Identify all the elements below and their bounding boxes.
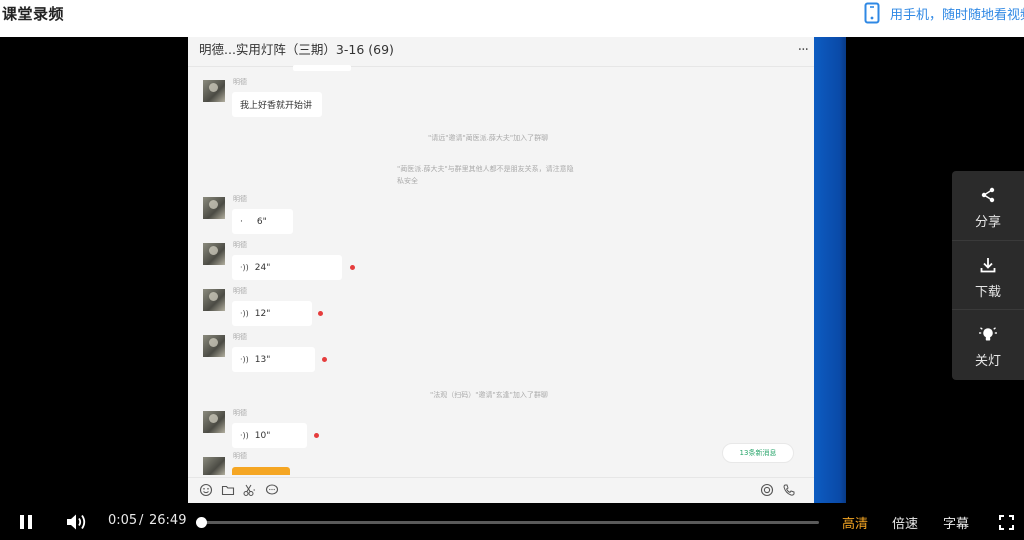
lights-off-button[interactable]: 关灯	[952, 309, 1024, 377]
phone-icon	[864, 2, 880, 24]
unread-dot	[314, 433, 319, 438]
download-button[interactable]: 下载	[952, 240, 1024, 308]
share-icon	[981, 187, 995, 203]
mobile-promo-text: 用手机，随时随地看视频	[890, 7, 1024, 23]
voice-duration: 10"	[254, 430, 271, 441]
voice-message[interactable]: ·)) 10"	[232, 423, 307, 448]
avatar	[203, 197, 225, 219]
system-note-line: "蔺医派.薛大夫"与群里其他人都不是朋友关系，请注意隐	[397, 165, 574, 173]
sender-name: 明德	[233, 452, 247, 460]
progress-thumb[interactable]	[195, 517, 207, 528]
share-label: 分享	[974, 215, 1001, 230]
new-messages-pill[interactable]: 13条新消息	[722, 443, 794, 463]
new-messages-text: 13条新消息	[739, 449, 777, 457]
sender-name: 明德	[233, 287, 247, 295]
time-separator: /	[139, 513, 144, 528]
share-button[interactable]: 分享	[952, 171, 1024, 239]
lights-off-label: 关灯	[974, 354, 1001, 369]
live-icon	[760, 483, 774, 497]
call-icon	[783, 484, 795, 496]
voice-message[interactable]: ·)) 13"	[232, 347, 315, 372]
lightbulb-icon	[979, 327, 997, 341]
unread-dot	[350, 265, 355, 270]
scissors-icon	[243, 484, 255, 496]
sender-name: 明德	[233, 78, 247, 86]
volume-icon[interactable]	[66, 513, 88, 531]
system-note: "法观（扫码）"邀请"玄逢"加入了群聊	[430, 391, 548, 399]
voice-duration: 24"	[254, 262, 271, 273]
voice-message[interactable]: · 6"	[232, 209, 293, 234]
chat-input-toolbar	[188, 477, 814, 503]
voice-message[interactable]: ·)) 12"	[232, 301, 312, 326]
tab-strip	[293, 65, 351, 71]
chat-bubble-icon	[265, 484, 279, 495]
player-control-bar: 0:05 / 26:49 高清 倍速 字幕	[0, 504, 1024, 540]
avatar	[203, 335, 225, 357]
fullscreen-icon[interactable]	[999, 515, 1014, 530]
total-time: 26:49	[149, 513, 187, 528]
video-frame[interactable]: 明德...实用灯阵（三期）3-16 (69) ... 明德 我上好香就开始讲 "…	[188, 37, 814, 503]
sender-name: 明德	[233, 409, 247, 417]
current-time: 0:05	[108, 513, 138, 528]
pause-icon[interactable]	[19, 514, 33, 530]
system-note-line: 私安全	[397, 177, 418, 185]
video-player[interactable]: 明德...实用灯阵（三期）3-16 (69) ... 明德 我上好香就开始讲 "…	[0, 37, 1024, 540]
folder-icon	[221, 485, 235, 496]
speed-button[interactable]: 倍速	[892, 513, 918, 532]
voice-message[interactable]: ·)) 24"	[232, 255, 342, 280]
voice-dot: ·	[240, 216, 243, 227]
voice-icon: ·))	[240, 263, 249, 272]
more-icon: ...	[797, 38, 809, 54]
subtitle-button[interactable]: 字幕	[943, 513, 969, 532]
video-background-edge	[814, 37, 846, 503]
voice-icon: ·))	[240, 431, 249, 440]
mobile-promo-link[interactable]: 用手机，随时随地看视频	[864, 2, 1024, 24]
avatar	[203, 243, 225, 265]
avatar	[203, 80, 225, 102]
page: 课堂录频 用手机，随时随地看视频 明德...实用灯阵（三期）3-16 (69) …	[0, 0, 1024, 540]
page-header: 课堂录频 用手机，随时随地看视频	[0, 0, 1024, 37]
voice-icon: ·))	[240, 355, 249, 364]
chat-title: 明德...实用灯阵（三期）3-16 (69)	[199, 42, 394, 57]
avatar	[203, 411, 225, 433]
progress-bar[interactable]	[199, 521, 819, 524]
quality-button[interactable]: 高清	[842, 513, 868, 532]
voice-duration: 12"	[254, 308, 271, 319]
download-icon	[980, 258, 996, 273]
avatar	[203, 289, 225, 311]
download-label: 下载	[974, 285, 1001, 300]
unread-dot	[318, 311, 323, 316]
sender-name: 明德	[233, 195, 247, 203]
voice-duration: 6"	[256, 216, 267, 227]
unread-dot	[322, 357, 327, 362]
page-title: 课堂录频	[2, 5, 65, 23]
side-panel: 分享 下载 关灯	[952, 171, 1024, 380]
sender-name: 明德	[233, 333, 247, 341]
system-note: "蔺医派.薛大夫"与群里其他人都不是朋友关系，请注意隐 私安全	[397, 163, 574, 187]
voice-duration: 13"	[254, 354, 271, 365]
message-text: 我上好香就开始讲	[240, 101, 313, 111]
emoji-icon	[199, 483, 213, 497]
avatar	[203, 457, 225, 475]
system-note: "请远"邀请"蔺医派.薛大夫"加入了群聊	[428, 134, 549, 142]
voice-icon: ·))	[240, 309, 249, 318]
message-bubble: 我上好香就开始讲	[232, 92, 322, 117]
partial-message-bubble	[232, 467, 290, 475]
chat-header: 明德...实用灯阵（三期）3-16 (69) ...	[188, 37, 814, 67]
sender-name: 明德	[233, 241, 247, 249]
